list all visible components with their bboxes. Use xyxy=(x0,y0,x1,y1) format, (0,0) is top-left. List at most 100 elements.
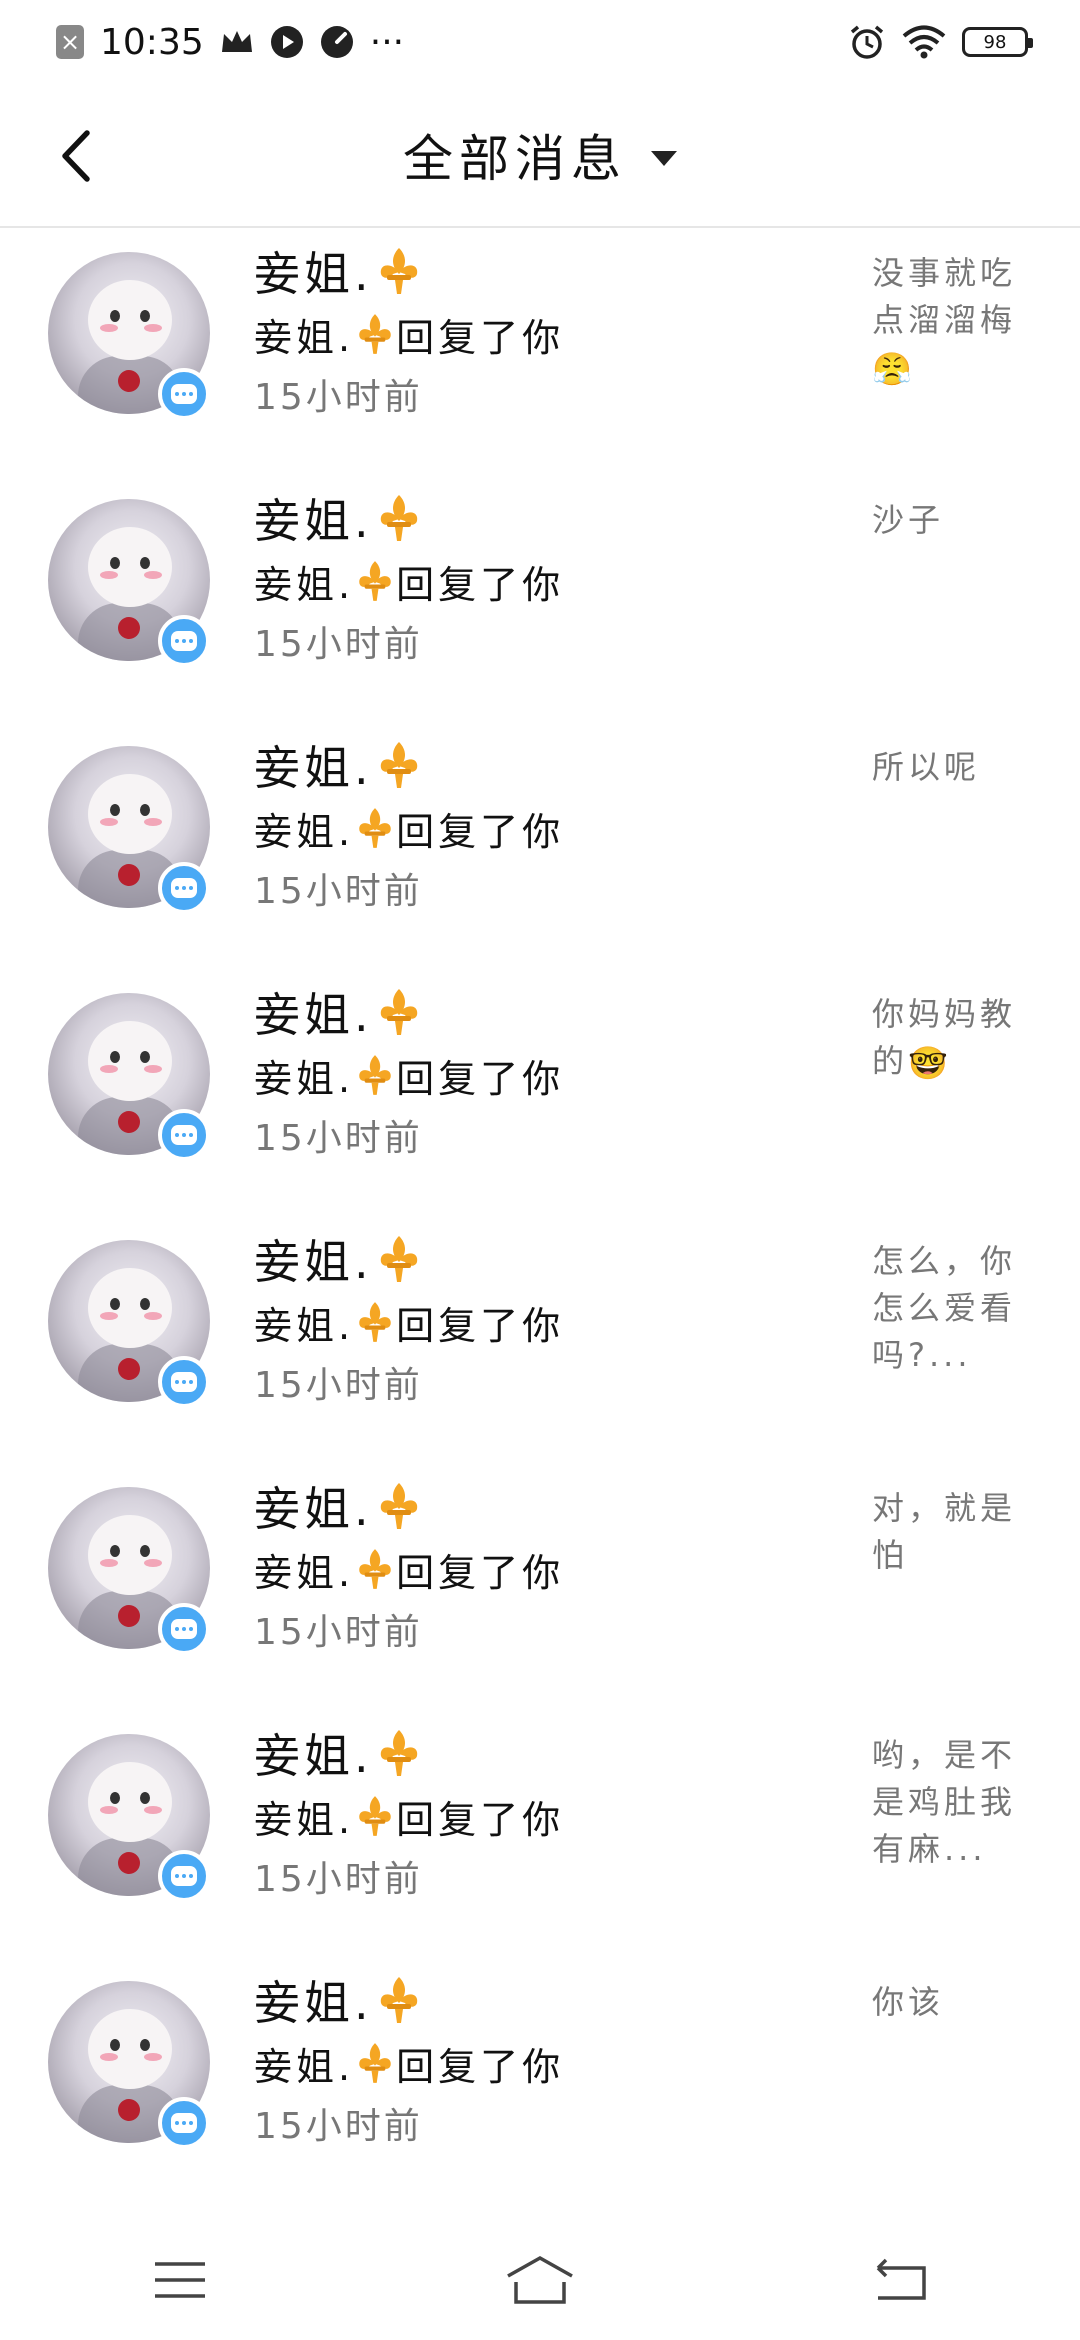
reply-sender-name: 妾姐. xyxy=(254,1550,355,1595)
message-item[interactable]: 妾姐. 妾姐. 回复了你 15小时前 你妈妈教的🤓 xyxy=(0,971,1080,1218)
reply-notice: 妾姐. 回复了你 xyxy=(254,306,564,362)
sender-name-line[interactable]: 妾姐. xyxy=(254,485,421,551)
fleur-de-lis-icon xyxy=(380,1236,417,1282)
chat-bubble-icon xyxy=(158,1109,210,1161)
fleur-de-lis-icon xyxy=(380,1730,417,1776)
notification-close-icon: × xyxy=(56,25,84,59)
reply-sender-name: 妾姐. xyxy=(254,315,355,360)
fleur-de-lis-icon xyxy=(380,1483,417,1529)
sender-name: 妾姐. xyxy=(254,988,373,1042)
fleur-de-lis-icon xyxy=(380,248,417,294)
crown-icon xyxy=(221,31,252,52)
caret-down-icon xyxy=(651,150,677,166)
reply-action-text: 回复了你 xyxy=(396,1303,565,1348)
gauge-icon xyxy=(320,26,353,58)
sender-name-line[interactable]: 妾姐. xyxy=(254,1967,421,2033)
chevron-left-icon xyxy=(62,130,90,182)
sender-name-line[interactable]: 妾姐. xyxy=(254,732,421,798)
message-preview[interactable]: 所以呢 xyxy=(872,744,1042,791)
alarm-icon xyxy=(850,25,884,59)
reply-action-text: 回复了你 xyxy=(396,562,565,607)
message-item[interactable]: 妾姐. 妾姐. 回复了你 15小时前 所以呢 xyxy=(0,724,1080,971)
sender-name: 妾姐. xyxy=(254,1976,373,2030)
fleur-de-lis-icon xyxy=(380,495,417,541)
fleur-de-lis-icon xyxy=(359,1796,391,1836)
page-title: 全部消息 xyxy=(403,130,627,188)
message-time: 15小时前 xyxy=(254,2106,423,2147)
battery-icon: 98 xyxy=(962,27,1033,57)
message-time: 15小时前 xyxy=(254,1365,423,1406)
sender-name: 妾姐. xyxy=(254,1235,373,1289)
home-icon xyxy=(507,2255,573,2304)
preview-emoji: 😤 xyxy=(872,349,916,388)
fleur-de-lis-icon xyxy=(359,561,391,601)
sender-name-line[interactable]: 妾姐. xyxy=(254,979,421,1045)
system-nav-bar xyxy=(0,2220,1080,2340)
reply-sender-name: 妾姐. xyxy=(254,2044,355,2089)
return-icon xyxy=(876,2258,926,2300)
message-list: 妾姐. 妾姐. 回复了你 15小时前 没事就吃点溜溜梅 😤 妾姐. 妾姐. 回复了… xyxy=(0,230,1080,2206)
chat-bubble-icon xyxy=(158,862,210,914)
preview-text: 沙子 xyxy=(872,501,945,539)
message-preview[interactable]: 哟，是不是鸡肚我有麻... xyxy=(872,1732,1042,1873)
fleur-de-lis-icon xyxy=(359,808,391,848)
message-item[interactable]: 妾姐. 妾姐. 回复了你 15小时前 哟，是不是鸡肚我有麻... xyxy=(0,1712,1080,1959)
reply-sender-name: 妾姐. xyxy=(254,562,355,607)
message-preview[interactable]: 对，就是怕 xyxy=(872,1485,1042,1579)
reply-sender-name: 妾姐. xyxy=(254,809,355,854)
header: 全部消息 xyxy=(0,84,1080,228)
message-item[interactable]: 妾姐. 妾姐. 回复了你 15小时前 没事就吃点溜溜梅 😤 xyxy=(0,230,1080,477)
preview-text: 你该 xyxy=(872,1983,945,2021)
preview-text: 没事就吃点溜溜梅 xyxy=(872,254,1017,339)
menu-button[interactable] xyxy=(120,2230,240,2330)
message-preview[interactable]: 你妈妈教的🤓 xyxy=(872,991,1042,1087)
fleur-de-lis-icon xyxy=(359,2043,391,2083)
sender-name: 妾姐. xyxy=(254,494,373,548)
message-time: 15小时前 xyxy=(254,1118,423,1159)
chat-bubble-icon xyxy=(158,1356,210,1408)
message-preview[interactable]: 怎么，你怎么爱看吗?... xyxy=(872,1238,1042,1379)
status-right: 98 xyxy=(848,23,1033,61)
more-notifications: ··· xyxy=(369,21,405,63)
status-left: × 10:35 ··· xyxy=(56,22,404,63)
reply-notice: 妾姐. 回复了你 xyxy=(254,1047,564,1103)
status-time: 10:35 xyxy=(100,21,204,63)
sender-name-line[interactable]: 妾姐. xyxy=(254,1720,421,1786)
play-icon xyxy=(270,26,303,58)
fleur-de-lis-icon xyxy=(359,1549,391,1589)
preview-text: 对，就是怕 xyxy=(872,1489,1017,1574)
wifi-icon xyxy=(902,25,946,59)
chat-bubble-icon xyxy=(158,368,210,420)
message-time: 15小时前 xyxy=(254,377,423,418)
chat-bubble-icon xyxy=(158,2097,210,2149)
chat-bubble-icon xyxy=(158,1603,210,1655)
message-item[interactable]: 妾姐. 妾姐. 回复了你 15小时前 怎么，你怎么爱看吗?... xyxy=(0,1218,1080,1465)
message-item[interactable]: 妾姐. 妾姐. 回复了你 15小时前 对，就是怕 xyxy=(0,1465,1080,1712)
sender-name: 妾姐. xyxy=(254,247,373,301)
message-item[interactable]: 妾姐. 妾姐. 回复了你 15小时前 你该 xyxy=(0,1959,1080,2206)
reply-action-text: 回复了你 xyxy=(396,809,565,854)
sender-name-line[interactable]: 妾姐. xyxy=(254,238,421,304)
sender-name-line[interactable]: 妾姐. xyxy=(254,1226,421,1292)
back-button[interactable] xyxy=(46,124,106,188)
preview-text: 怎么，你怎么爱看吗?... xyxy=(872,1242,1017,1374)
home-button[interactable] xyxy=(480,2230,600,2330)
menu-icon xyxy=(155,2262,205,2298)
message-preview[interactable]: 沙子 xyxy=(872,497,1042,544)
fleur-de-lis-icon xyxy=(380,989,417,1035)
return-button[interactable] xyxy=(840,2230,960,2330)
preview-emoji: 🤓 xyxy=(908,1043,952,1082)
reply-action-text: 回复了你 xyxy=(396,2044,565,2089)
message-item[interactable]: 妾姐. 妾姐. 回复了你 15小时前 沙子 xyxy=(0,477,1080,724)
reply-action-text: 回复了你 xyxy=(396,315,565,360)
reply-notice: 妾姐. 回复了你 xyxy=(254,2035,564,2091)
message-preview[interactable]: 没事就吃点溜溜梅 😤 xyxy=(872,250,1042,393)
sender-name-line[interactable]: 妾姐. xyxy=(254,1473,421,1539)
preview-text: 哟，是不是鸡肚我有麻... xyxy=(872,1736,1017,1868)
sender-name: 妾姐. xyxy=(254,1482,373,1536)
message-preview[interactable]: 你该 xyxy=(872,1979,1042,2026)
reply-sender-name: 妾姐. xyxy=(254,1303,355,1348)
reply-sender-name: 妾姐. xyxy=(254,1056,355,1101)
fleur-de-lis-icon xyxy=(359,1055,391,1095)
message-filter-dropdown[interactable]: 全部消息 xyxy=(403,119,677,191)
